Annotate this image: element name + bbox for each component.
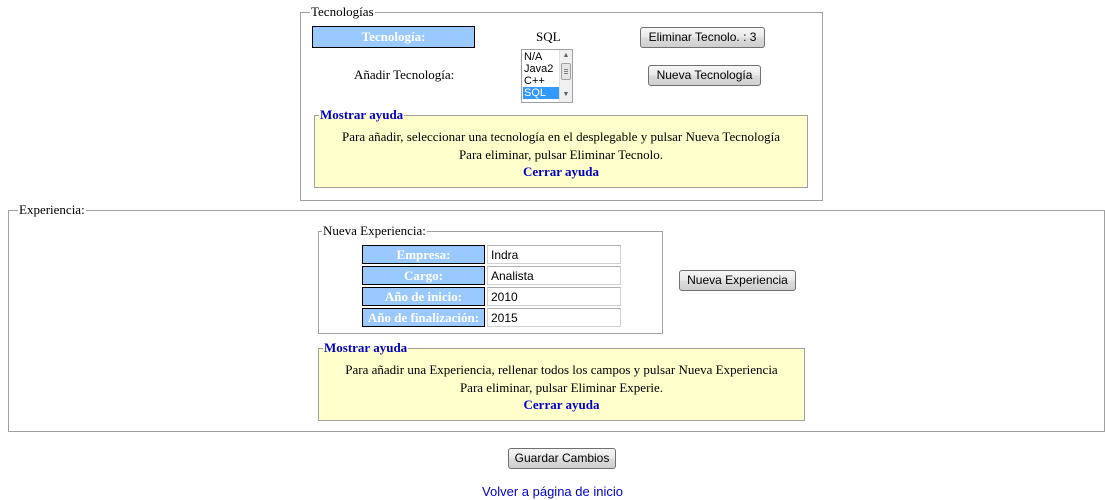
cargo-label: Cargo: (362, 266, 485, 285)
anadir-tecnologia-label: Añadir Tecnología: (354, 67, 455, 82)
ano-finalizacion-label: Año de finalización: (362, 308, 485, 327)
experiencia-help-line2: Para eliminar, pulsar Eliminar Experie. (459, 380, 664, 395)
empresa-label: Empresa: (362, 245, 485, 264)
tecnologias-help-line1: Para añadir, seleccionar una tecnología … (342, 129, 780, 144)
tecnologias-help-panel: Mostrar ayuda Para añadir, seleccionar u… (314, 107, 808, 188)
ano-finalizacion-input[interactable] (487, 308, 621, 327)
scroll-thumb[interactable] (561, 63, 571, 80)
tecnologia-option[interactable]: C++ (523, 75, 559, 87)
tecnologias-mostrar-ayuda-link[interactable]: Mostrar ayuda (319, 107, 405, 123)
experiencia-cerrar-ayuda-link[interactable]: Cerrar ayuda (524, 397, 600, 412)
tecnologia-option[interactable]: N/A (523, 51, 559, 63)
experiencia-legend: Experiencia: (18, 202, 86, 218)
ano-inicio-label: Año de inicio: (362, 287, 485, 306)
tecnologias-help-close-row: Cerrar ayuda (315, 164, 807, 180)
tecnologias-cerrar-ayuda-link[interactable]: Cerrar ayuda (523, 164, 599, 179)
volver-inicio-link[interactable]: Volver a página de inicio (0, 484, 1105, 500)
guardar-cambios-button[interactable]: Guardar Cambios (508, 448, 616, 469)
nueva-experiencia-legend: Nueva Experiencia: (322, 223, 427, 239)
experiencia-help-line1: Para añadir una Experiencia, rellenar to… (345, 362, 778, 377)
tecnologia-select[interactable]: N/A Java2 C++ SQL ▲ ▼ (521, 49, 573, 103)
scroll-up-icon[interactable]: ▲ (560, 50, 572, 62)
cargo-input[interactable] (487, 266, 621, 285)
grip-line (564, 73, 568, 74)
tecnologia-label: Tecnología: (312, 26, 475, 48)
experiencia-row-cargo: Cargo: (362, 266, 621, 285)
experiencia-help-close-row: Cerrar ayuda (319, 397, 804, 413)
tecnologia-option-selected[interactable]: SQL (523, 87, 559, 99)
experiencia-form-table: Empresa: Cargo: Año de inicio: Año de fi… (360, 243, 623, 329)
nueva-tecnologia-button[interactable]: Nueva Tecnología (648, 65, 761, 86)
eliminar-tecnologia-button[interactable]: Eliminar Tecnolo. : 3 (640, 27, 765, 48)
tecnologia-option[interactable]: Java2 (523, 63, 559, 75)
experiencia-row-finalizacion: Año de finalización: (362, 308, 621, 327)
experiencia-help-panel: Mostrar ayuda Para añadir una Experienci… (318, 340, 805, 421)
experiencia-mostrar-ayuda-link[interactable]: Mostrar ayuda (323, 340, 409, 356)
experiencia-row-inicio: Año de inicio: (362, 287, 621, 306)
ano-inicio-input[interactable] (487, 287, 621, 306)
tecnologias-help-line2: Para eliminar, pulsar Eliminar Tecnolo. (458, 147, 664, 162)
select-scrollbar[interactable]: ▲ ▼ (559, 50, 572, 102)
experiencia-row-empresa: Empresa: (362, 245, 621, 264)
tecnologia-current-value: SQL (536, 29, 561, 44)
tecnologias-legend: Tecnologías (310, 4, 375, 20)
grip-line (564, 69, 568, 70)
scroll-down-icon[interactable]: ▼ (560, 89, 572, 101)
empresa-input[interactable] (487, 245, 621, 264)
grip-line (564, 71, 568, 72)
nueva-experiencia-button[interactable]: Nueva Experiencia (679, 270, 796, 291)
